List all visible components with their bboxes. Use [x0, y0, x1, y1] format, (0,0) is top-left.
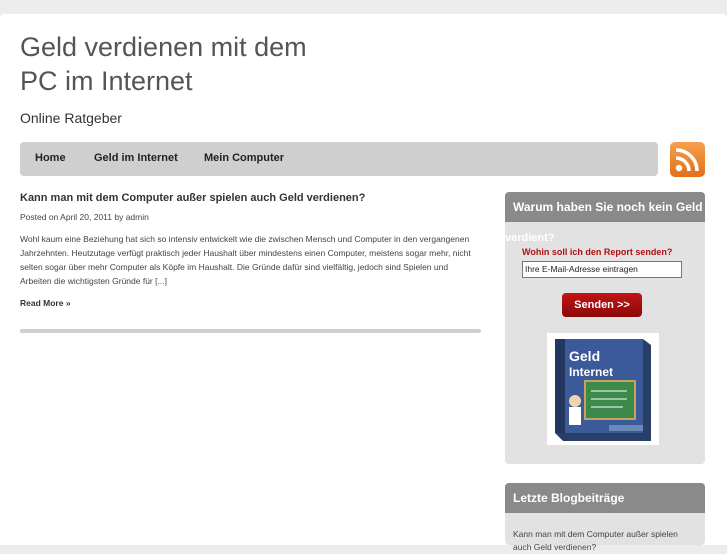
- main-nav: Home Geld im Internet Mein Computer: [20, 142, 658, 176]
- nav-item-mein-computer[interactable]: Mein Computer: [204, 152, 284, 164]
- post-excerpt: Wohl kaum eine Beziehung hat sich so int…: [20, 234, 471, 286]
- nav-item-geld-im-internet[interactable]: Geld im Internet: [94, 152, 178, 164]
- nav-item-home[interactable]: Home: [35, 152, 66, 164]
- optin-widget-title-overflow: verdient?: [505, 232, 555, 244]
- rss-feed-icon[interactable]: [670, 142, 705, 177]
- post-divider: [20, 329, 481, 333]
- ebook-cover-image: Geld Internet: [547, 333, 659, 445]
- optin-widget-title: Warum haben Sie noch kein Geld: [505, 192, 705, 222]
- book-title-2: Internet: [569, 365, 613, 379]
- page: Geld verdienen mit dem PC im Internet On…: [0, 14, 727, 552]
- recent-posts-title: Letzte Blogbeiträge: [505, 483, 705, 513]
- site-tagline: Online Ratgeber: [20, 110, 122, 126]
- site-title-line1[interactable]: Geld verdienen mit dem: [20, 30, 360, 64]
- report-label: Wohin soll ich den Report senden?: [522, 247, 673, 257]
- site-title[interactable]: Geld verdienen mit dem PC im Internet: [20, 30, 360, 98]
- site-title-line2[interactable]: PC im Internet: [20, 64, 360, 98]
- book-title-1: Geld: [569, 348, 600, 364]
- read-more-link[interactable]: Read More »: [20, 298, 71, 308]
- email-field[interactable]: Ihre E-Mail-Adresse eintragen: [522, 261, 682, 278]
- recent-post-link[interactable]: Kann man mit dem Computer außer spielen …: [513, 528, 698, 554]
- post-title[interactable]: Kann man mit dem Computer außer spielen …: [20, 192, 365, 204]
- post-meta: Posted on April 20, 2011 by admin: [20, 212, 149, 222]
- send-button[interactable]: Senden >>: [562, 293, 642, 317]
